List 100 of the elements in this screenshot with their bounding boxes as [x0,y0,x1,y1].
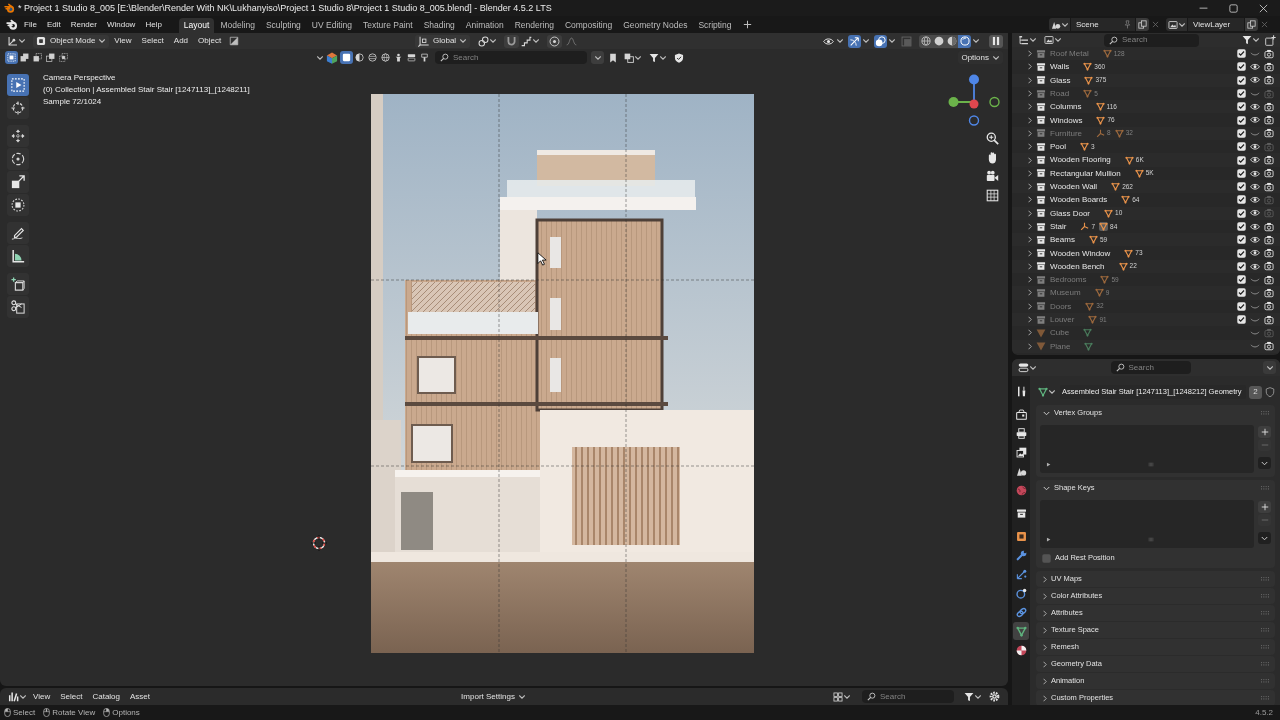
tool-button[interactable] [7,74,29,96]
view-layer-name-field[interactable]: ViewLayer [1188,18,1244,31]
gizmo-toggle[interactable] [848,34,861,48]
eye-icon[interactable] [1250,249,1260,257]
play-icon[interactable] [1046,537,1051,542]
mesh-icon[interactable] [1088,315,1098,325]
grip-dots-icon[interactable] [1261,645,1269,649]
search-field[interactable]: Search [1104,33,1199,47]
mesh-icon[interactable] [1114,128,1124,138]
eye-icon[interactable] [1250,76,1260,84]
menu-item[interactable]: Catalog [87,691,125,702]
grip-dots-icon[interactable] [1261,696,1269,700]
eye-icon[interactable] [1250,116,1260,124]
menu-item[interactable]: View [28,691,56,702]
tool-button[interactable] [7,125,29,147]
checkbox[interactable] [1237,155,1246,165]
mesh-icon[interactable] [1111,182,1121,192]
selection-mode-button[interactable] [44,51,57,64]
menu-item[interactable]: Object [193,36,227,46]
grip-dots-icon[interactable] [1261,662,1269,666]
outliner-item[interactable]: Road [1050,88,1070,99]
add-button[interactable] [1258,426,1271,438]
grip-lines-icon[interactable] [1147,462,1154,467]
grip-dots-icon[interactable] [1261,611,1269,615]
grip-dots-icon[interactable] [1261,628,1269,632]
chevron-down-icon[interactable] [1043,485,1050,491]
grip-dots-icon[interactable] [1261,577,1269,581]
eye-icon[interactable] [1250,182,1260,191]
import-settings-dropdown[interactable]: Import Settings [459,690,527,703]
camera-icon[interactable] [1264,221,1274,232]
mesh-icon[interactable] [1099,222,1109,231]
shield-icon[interactable] [1265,387,1275,397]
movie-camera-icon[interactable] [986,170,999,183]
mesh-icon[interactable] [1083,62,1093,72]
shading-mode-button[interactable] [932,34,945,48]
outliner-item[interactable]: Glass [1050,75,1071,85]
checkbox[interactable] [1237,62,1246,72]
add-workspace-icon[interactable] [743,20,753,29]
caret-icon[interactable] [837,39,843,43]
workspace-tab[interactable]: Animation [460,18,509,33]
outliner-item[interactable]: Pool [1050,142,1066,152]
mesh-data-dropdown[interactable] [1036,385,1057,399]
chevron-right-icon[interactable] [1043,694,1047,702]
chevron-right-icon[interactable] [1043,626,1047,634]
tool-button[interactable] [7,148,29,170]
checkbox[interactable] [1237,195,1246,205]
outliner-item[interactable]: Wooden Bench [1050,261,1105,271]
outliner-item[interactable]: Columns [1050,102,1082,112]
grip-dots-icon[interactable] [1261,594,1269,598]
tool-button[interactable] [7,273,29,295]
eye-icon[interactable] [1250,236,1260,244]
workspace-tab[interactable]: Compositing [559,18,618,33]
overlay-toggle[interactable] [874,34,887,48]
menu-item[interactable]: Edit [41,19,66,30]
mesh-icon[interactable] [1085,301,1095,311]
view-layer-dropdown[interactable] [1166,18,1187,31]
caret-icon[interactable] [863,39,869,43]
axes-icon[interactable] [1080,222,1090,231]
mesh-icon[interactable] [1100,275,1110,285]
proportional-editing-toggle[interactable] [547,34,563,48]
axes-icon[interactable] [1096,128,1105,138]
settings-icon[interactable] [989,691,1000,702]
closed-eye-icon[interactable] [1250,89,1260,98]
camera-icon[interactable] [1264,155,1274,165]
closed-eye-icon[interactable] [1250,342,1260,350]
filter-button[interactable] [353,51,366,64]
user-count[interactable]: 2 [1249,385,1262,399]
selection-mode-button[interactable] [57,51,70,64]
camera-icon[interactable] [1264,248,1274,259]
orientation-dropdown[interactable]: Global [415,34,471,48]
search-field[interactable]: Search [1110,361,1191,374]
tool-button[interactable] [7,171,29,193]
minimize-icon[interactable] [1198,6,1208,10]
filter-dropdown[interactable] [647,51,668,64]
shading-mode-button[interactable] [958,34,971,48]
menu-item[interactable]: Asset [125,691,156,702]
pivot-dropdown[interactable] [476,34,499,48]
chevron-down-icon[interactable] [1043,410,1050,416]
zoom-icon[interactable] [986,132,999,145]
shading-mode-button[interactable] [945,34,958,48]
chevron-right-icon[interactable] [1043,643,1047,651]
outliner-item[interactable]: Bedrooms [1050,275,1087,285]
mesh-icon[interactable] [1095,102,1105,112]
camera-icon[interactable] [1264,75,1274,86]
mesh-icon[interactable] [1121,195,1131,205]
mesh-icon[interactable] [1102,49,1112,59]
chevron-right-icon[interactable] [1043,575,1047,583]
closed-eye-icon[interactable] [1250,315,1260,324]
workspace-tab[interactable]: Scripting [693,18,737,33]
chevron-right-icon[interactable] [1043,592,1047,600]
camera-icon[interactable] [1264,181,1274,192]
menu-item[interactable]: View [109,36,137,46]
tool-button[interactable] [7,245,29,267]
eye-icon[interactable] [1250,196,1260,204]
outliner-item[interactable]: Cube [1050,328,1070,338]
add-button[interactable] [1258,501,1271,513]
caret-icon[interactable] [889,39,895,43]
mode-dropdown[interactable]: Object Mode [33,34,110,48]
closed-eye-icon[interactable] [1250,49,1260,58]
tool-button[interactable] [7,222,29,244]
